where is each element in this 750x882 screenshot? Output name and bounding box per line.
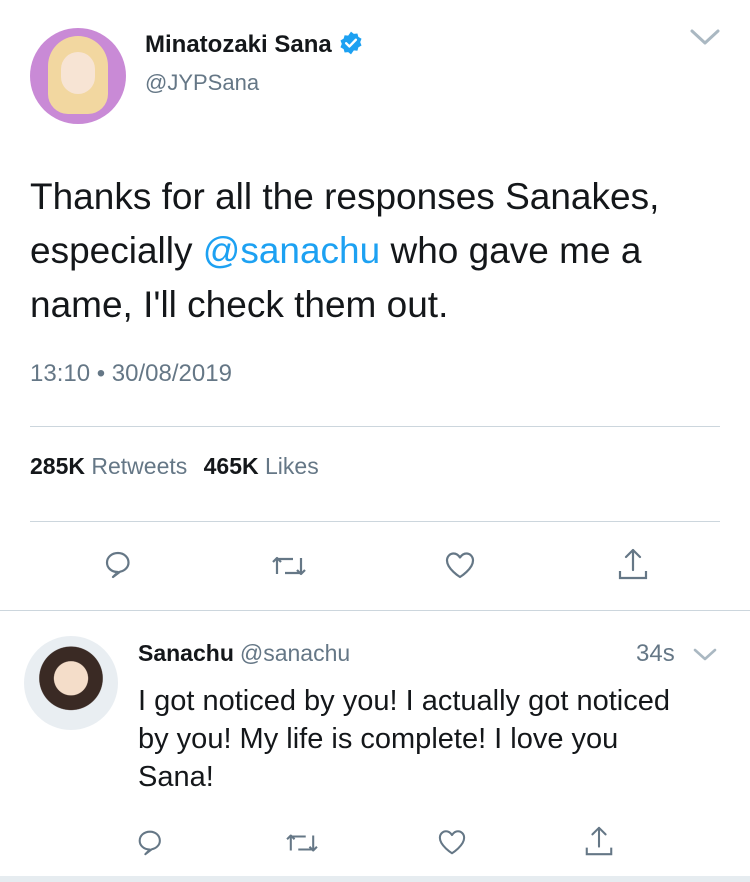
tweet-stats: 285K Retweets 465K Likes — [30, 453, 319, 480]
share-icon[interactable] — [616, 546, 650, 582]
reply-header: Sanachu @sanachu — [138, 640, 350, 667]
author-name[interactable]: Minatozaki Sana — [145, 31, 332, 58]
author-avatar[interactable] — [30, 28, 126, 124]
retweet-icon[interactable] — [284, 829, 320, 857]
like-icon[interactable] — [444, 550, 476, 580]
verified-badge-icon — [338, 30, 364, 56]
likes-label[interactable]: Likes — [265, 453, 319, 479]
retweets-label[interactable]: Retweets — [91, 453, 187, 479]
reply-icon[interactable] — [102, 548, 134, 580]
reply-time[interactable]: 34s — [636, 640, 675, 668]
divider — [0, 610, 750, 611]
likes-count[interactable]: 465K — [204, 453, 259, 479]
chevron-down-icon[interactable] — [692, 646, 718, 664]
reply-text: I got noticed by you! I actually got not… — [138, 685, 670, 793]
bottom-divider — [0, 876, 750, 882]
author-name-row[interactable]: Minatozaki Sana — [145, 30, 364, 59]
reply-author-handle[interactable]: @sanachu — [240, 640, 350, 666]
mention-link[interactable]: @sanachu — [203, 230, 380, 271]
retweets-count[interactable]: 285K — [30, 453, 85, 479]
author-handle[interactable]: @JYPSana — [145, 70, 259, 96]
reply-author-name[interactable]: Sanachu — [138, 640, 234, 666]
reply-author-avatar[interactable] — [24, 636, 118, 730]
retweet-icon[interactable] — [270, 551, 308, 581]
tweet-text: Thanks for all the responses Sanakes, es… — [30, 170, 720, 332]
reply-icon[interactable] — [135, 827, 165, 857]
share-icon[interactable] — [583, 824, 615, 858]
chevron-down-icon[interactable] — [688, 26, 722, 50]
divider — [30, 521, 720, 522]
like-icon[interactable] — [437, 828, 467, 856]
tweet-timestamp[interactable]: 13:10 • 30/08/2019 — [30, 360, 232, 388]
divider — [30, 426, 720, 427]
